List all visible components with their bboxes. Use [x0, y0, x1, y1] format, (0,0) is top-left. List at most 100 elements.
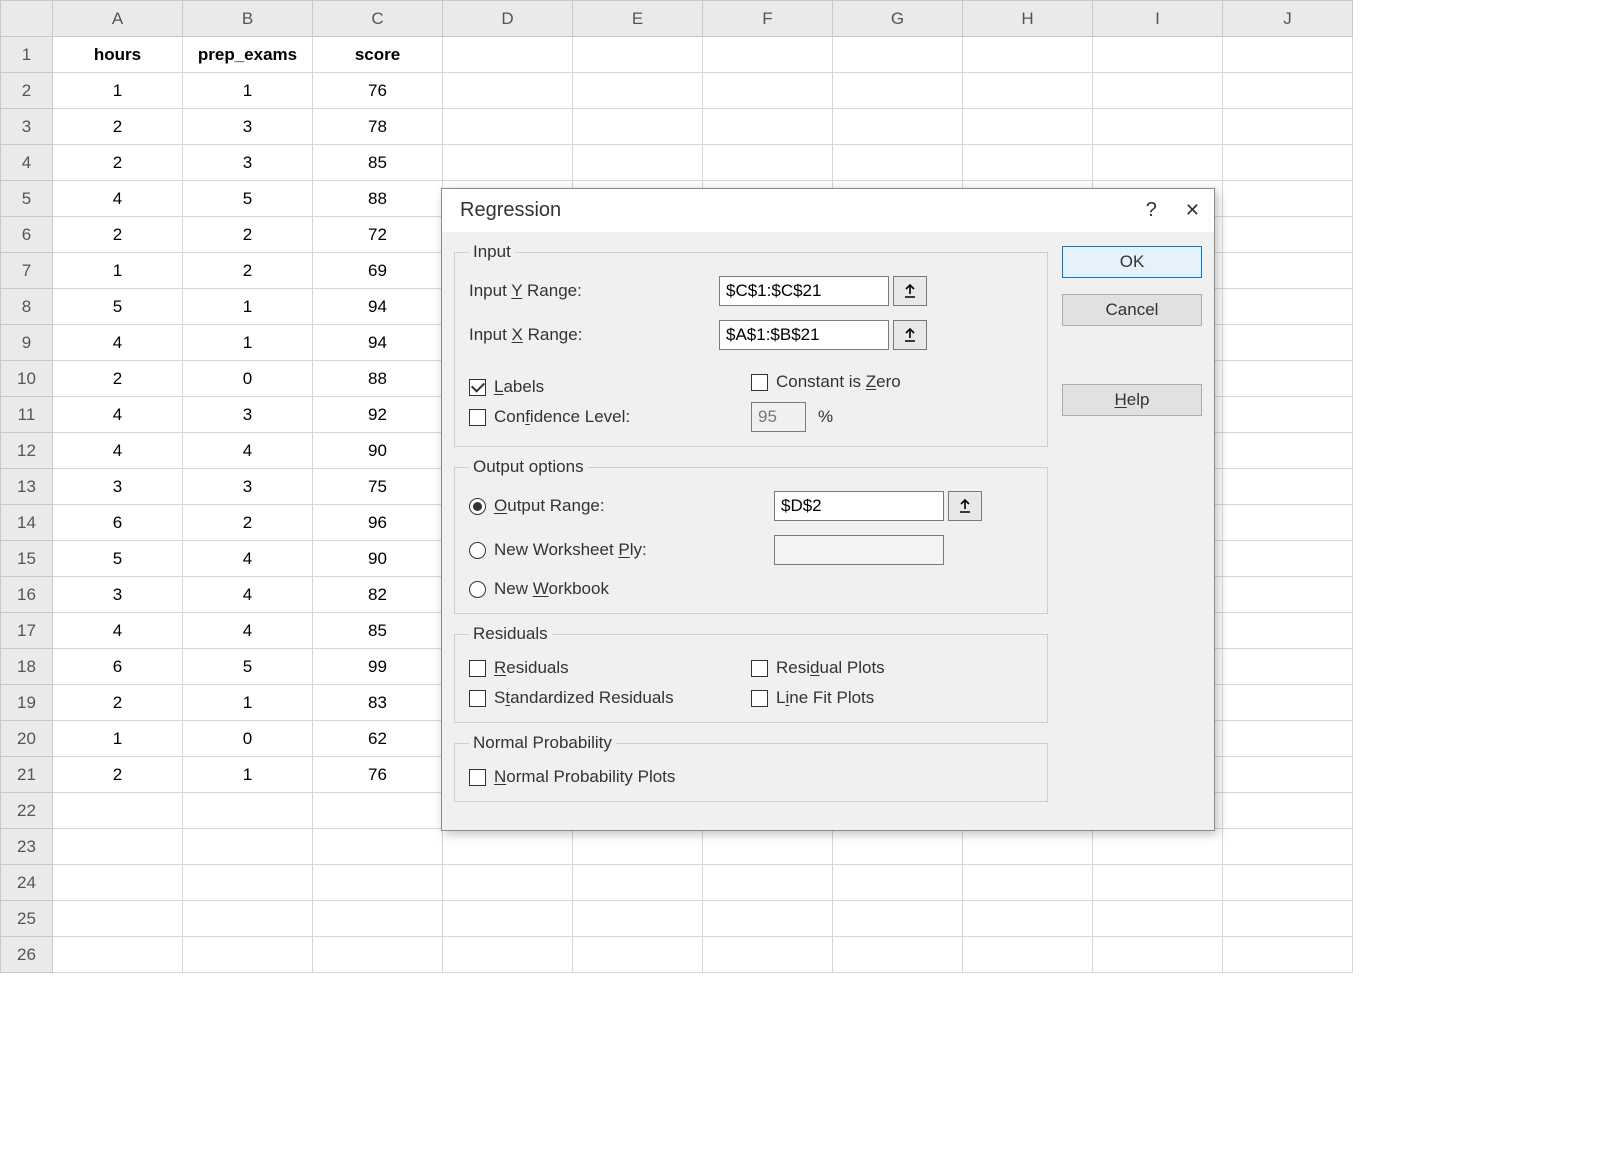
residual-plots-checkbox[interactable]: Residual Plots — [751, 658, 1033, 678]
cell-H26[interactable] — [963, 937, 1093, 973]
cell-G25[interactable] — [833, 901, 963, 937]
cell-A11[interactable]: 4 — [53, 397, 183, 433]
cell-G24[interactable] — [833, 865, 963, 901]
cell-C15[interactable]: 90 — [313, 541, 443, 577]
cell-B26[interactable] — [183, 937, 313, 973]
cell-H4[interactable] — [963, 145, 1093, 181]
cell-B16[interactable]: 4 — [183, 577, 313, 613]
cell-B5[interactable]: 5 — [183, 181, 313, 217]
cell-J9[interactable] — [1223, 325, 1353, 361]
cell-A20[interactable]: 1 — [53, 721, 183, 757]
cell-A7[interactable]: 1 — [53, 253, 183, 289]
dialog-titlebar[interactable]: Regression ? ✕ — [442, 189, 1214, 232]
cell-J12[interactable] — [1223, 433, 1353, 469]
cell-D26[interactable] — [443, 937, 573, 973]
cell-J4[interactable] — [1223, 145, 1353, 181]
cell-C11[interactable]: 92 — [313, 397, 443, 433]
std-residuals-checkbox[interactable]: Standardized Residuals — [469, 688, 751, 708]
help-icon[interactable]: ? — [1146, 199, 1157, 222]
cell-B14[interactable]: 2 — [183, 505, 313, 541]
cell-B13[interactable]: 3 — [183, 469, 313, 505]
cell-A5[interactable]: 4 — [53, 181, 183, 217]
residuals-checkbox[interactable]: Residuals — [469, 658, 751, 678]
new-workbook-radio[interactable]: New Workbook — [469, 579, 719, 599]
line-fit-plots-checkbox[interactable]: Line Fit Plots — [751, 688, 1033, 708]
col-header-I[interactable]: I — [1093, 1, 1223, 37]
cell-E26[interactable] — [573, 937, 703, 973]
row-header[interactable]: 22 — [1, 793, 53, 829]
cell-J21[interactable] — [1223, 757, 1353, 793]
cell-F25[interactable] — [703, 901, 833, 937]
cell-J22[interactable] — [1223, 793, 1353, 829]
row-header[interactable]: 23 — [1, 829, 53, 865]
row-header[interactable]: 4 — [1, 145, 53, 181]
cell-C13[interactable]: 75 — [313, 469, 443, 505]
cell-H3[interactable] — [963, 109, 1093, 145]
input-y-field[interactable] — [719, 276, 889, 306]
cell-B12[interactable]: 4 — [183, 433, 313, 469]
new-worksheet-field[interactable] — [774, 535, 944, 565]
cell-C3[interactable]: 78 — [313, 109, 443, 145]
cell-J19[interactable] — [1223, 685, 1353, 721]
cell-B7[interactable]: 2 — [183, 253, 313, 289]
cell-F23[interactable] — [703, 829, 833, 865]
row-header[interactable]: 15 — [1, 541, 53, 577]
cell-C19[interactable]: 83 — [313, 685, 443, 721]
cell-B2[interactable]: 1 — [183, 73, 313, 109]
cell-B3[interactable]: 3 — [183, 109, 313, 145]
cell-C21[interactable]: 76 — [313, 757, 443, 793]
cell-A13[interactable]: 3 — [53, 469, 183, 505]
cell-A10[interactable]: 2 — [53, 361, 183, 397]
cell-J10[interactable] — [1223, 361, 1353, 397]
col-header-J[interactable]: J — [1223, 1, 1353, 37]
cell-I4[interactable] — [1093, 145, 1223, 181]
cell-I3[interactable] — [1093, 109, 1223, 145]
cell-J3[interactable] — [1223, 109, 1353, 145]
cell-C2[interactable]: 76 — [313, 73, 443, 109]
cell-C10[interactable]: 88 — [313, 361, 443, 397]
col-header-G[interactable]: G — [833, 1, 963, 37]
cell-B20[interactable]: 0 — [183, 721, 313, 757]
cell-B24[interactable] — [183, 865, 313, 901]
cell-J26[interactable] — [1223, 937, 1353, 973]
cell-E24[interactable] — [573, 865, 703, 901]
cell-B23[interactable] — [183, 829, 313, 865]
range-picker-icon[interactable] — [893, 320, 927, 350]
row-header[interactable]: 2 — [1, 73, 53, 109]
row-header[interactable]: 9 — [1, 325, 53, 361]
cell-A25[interactable] — [53, 901, 183, 937]
cell-B18[interactable]: 5 — [183, 649, 313, 685]
cell-B1[interactable]: prep_exams — [183, 37, 313, 73]
cell-A22[interactable] — [53, 793, 183, 829]
cell-J20[interactable] — [1223, 721, 1353, 757]
row-header[interactable]: 5 — [1, 181, 53, 217]
cell-C17[interactable]: 85 — [313, 613, 443, 649]
cell-J15[interactable] — [1223, 541, 1353, 577]
cell-F24[interactable] — [703, 865, 833, 901]
cell-A12[interactable]: 4 — [53, 433, 183, 469]
cell-C18[interactable]: 99 — [313, 649, 443, 685]
cell-C7[interactable]: 69 — [313, 253, 443, 289]
row-header[interactable]: 11 — [1, 397, 53, 433]
cell-G23[interactable] — [833, 829, 963, 865]
cell-J18[interactable] — [1223, 649, 1353, 685]
cell-B11[interactable]: 3 — [183, 397, 313, 433]
cell-F26[interactable] — [703, 937, 833, 973]
cell-A21[interactable]: 2 — [53, 757, 183, 793]
row-header[interactable]: 19 — [1, 685, 53, 721]
confidence-checkbox[interactable]: Confidence Level: — [469, 407, 751, 427]
cell-J5[interactable] — [1223, 181, 1353, 217]
cell-B8[interactable]: 1 — [183, 289, 313, 325]
cell-J13[interactable] — [1223, 469, 1353, 505]
cell-A18[interactable]: 6 — [53, 649, 183, 685]
cell-A16[interactable]: 3 — [53, 577, 183, 613]
cell-C22[interactable] — [313, 793, 443, 829]
row-header[interactable]: 12 — [1, 433, 53, 469]
cell-B17[interactable]: 4 — [183, 613, 313, 649]
cell-J16[interactable] — [1223, 577, 1353, 613]
cell-I2[interactable] — [1093, 73, 1223, 109]
cell-J17[interactable] — [1223, 613, 1353, 649]
cell-A6[interactable]: 2 — [53, 217, 183, 253]
row-header[interactable]: 26 — [1, 937, 53, 973]
row-header[interactable]: 21 — [1, 757, 53, 793]
